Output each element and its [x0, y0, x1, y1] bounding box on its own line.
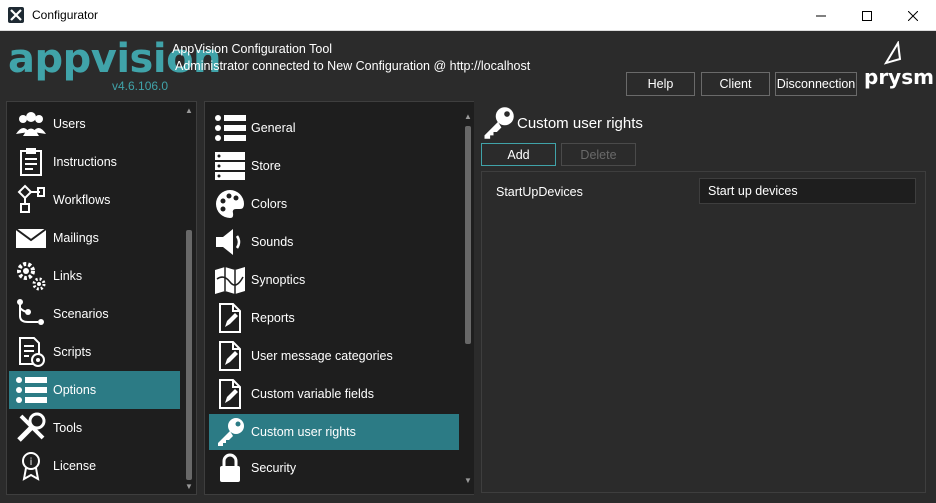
option-label: Colors [251, 197, 288, 211]
connection-status: Administrator connected to New Configura… [175, 59, 531, 73]
option-label: User message categories [251, 349, 393, 363]
help-button[interactable]: Help [626, 72, 695, 96]
nav-item-scripts[interactable]: Scripts [9, 333, 180, 371]
nav-item-users[interactable]: Users [9, 105, 180, 143]
delete-button[interactable]: Delete [561, 143, 636, 166]
option-user-message-categories[interactable]: User message categories [209, 338, 459, 374]
server-icon [213, 150, 247, 182]
option-label: General [251, 121, 296, 135]
scroll-down-icon[interactable]: ▼ [183, 482, 195, 492]
option-sounds[interactable]: Sounds [209, 224, 459, 260]
nav-item-workflows[interactable]: Workflows [9, 181, 180, 219]
nav-item-mailings[interactable]: Mailings [9, 219, 180, 257]
nav-item-label: Users [53, 117, 86, 131]
options-scroll-thumb[interactable] [465, 126, 471, 344]
option-label: Custom variable fields [251, 387, 374, 401]
certificate-icon: i [13, 450, 49, 482]
version-label: v4.6.106.0 [112, 79, 169, 93]
script-icon [13, 336, 49, 368]
nav-item-options[interactable]: Options [9, 371, 180, 409]
clipboard-icon [13, 146, 49, 178]
pane-title: Custom user rights [517, 115, 643, 132]
right-description-field[interactable]: Start up devices [699, 178, 916, 204]
scroll-up-icon[interactable]: ▲ [183, 106, 195, 116]
workflow-icon [13, 184, 49, 216]
tools-icon [13, 412, 49, 444]
main-nav: Users Instructions Workflows Mailings Li… [6, 101, 197, 495]
option-security[interactable]: Security [209, 450, 459, 486]
option-label: Sounds [251, 235, 294, 249]
maximize-button[interactable] [844, 0, 890, 31]
minimize-button[interactable] [798, 0, 844, 31]
option-label: Security [251, 461, 297, 475]
users-icon [13, 108, 49, 140]
nav-item-label: Mailings [53, 231, 99, 245]
nav-scroll-thumb[interactable] [186, 230, 192, 480]
nav-item-label: Scenarios [53, 307, 109, 321]
option-custom-user-rights[interactable]: Custom user rights [209, 414, 459, 450]
nav-item-links[interactable]: Links [9, 257, 180, 295]
rights-list: StartUpDevices Start up devices [481, 171, 926, 493]
key-icon [480, 105, 516, 141]
option-colors[interactable]: Colors [209, 186, 459, 222]
right-name-label: StartUpDevices [496, 185, 583, 199]
add-button[interactable]: Add [481, 143, 556, 166]
nav-item-label: Instructions [53, 155, 117, 169]
envelope-icon [13, 222, 49, 254]
option-label: Reports [251, 311, 295, 325]
nav-item-label: Scripts [53, 345, 92, 359]
nav-scrollbar[interactable]: ▲ ▼ [183, 102, 195, 494]
close-button[interactable] [890, 0, 936, 31]
app-header: appvision v4.6.106.0 AppVision Configura… [0, 31, 936, 97]
scenario-icon [13, 298, 49, 330]
maximize-icon [862, 10, 872, 21]
custom-user-rights-pane: Custom user rights Add Delete StartUpDev… [474, 101, 930, 495]
nav-item-label: Workflows [53, 193, 111, 207]
option-reports[interactable]: Reports [209, 300, 459, 336]
prysm-wordmark: prysm [864, 65, 934, 89]
svg-text:i: i [30, 457, 33, 468]
document-edit-icon [213, 340, 247, 372]
nav-item-instructions[interactable]: Instructions [9, 143, 180, 181]
option-store[interactable]: Store [209, 148, 459, 184]
nav-item-scenarios[interactable]: Scenarios [9, 295, 180, 333]
nav-item-label: Options [53, 383, 97, 397]
options-list: General Store Colors Sounds Synoptics Re… [204, 101, 477, 495]
app-icon [8, 7, 24, 23]
option-label: Custom user rights [251, 425, 356, 439]
nav-item-label: Tools [53, 421, 83, 435]
close-icon [908, 10, 918, 21]
key-icon [213, 416, 247, 448]
lock-icon [213, 452, 247, 484]
document-edit-icon [213, 302, 247, 334]
scroll-up-icon[interactable]: ▲ [462, 112, 474, 122]
option-label: Store [251, 159, 281, 173]
list-icon [213, 112, 247, 144]
option-synoptics[interactable]: Synoptics [209, 262, 459, 298]
minimize-icon [816, 15, 826, 16]
option-label: Synoptics [251, 273, 306, 287]
list-icon [13, 374, 49, 406]
window-titlebar: Configurator [0, 0, 936, 31]
nav-item-tools[interactable]: Tools [9, 409, 180, 447]
nav-item-label: Links [53, 269, 83, 283]
options-scrollbar[interactable]: ▲ ▼ [462, 102, 474, 494]
client-button[interactable]: Client [701, 72, 770, 96]
option-custom-variable-fields[interactable]: Custom variable fields [209, 376, 459, 412]
header-title: AppVision Configuration Tool [172, 42, 333, 56]
palette-icon [213, 188, 247, 220]
nav-item-label: License [53, 459, 97, 473]
scroll-down-icon[interactable]: ▼ [462, 476, 474, 486]
nav-item-license[interactable]: i License [9, 447, 180, 485]
window-title: Configurator [32, 8, 99, 22]
gears-icon [13, 260, 49, 292]
prysm-logo: prysm [864, 41, 934, 91]
prysm-mark-icon [883, 41, 902, 65]
map-icon [213, 264, 247, 296]
speaker-icon [213, 226, 247, 258]
disconnection-button[interactable]: Disconnection [775, 72, 857, 96]
document-edit-icon [213, 378, 247, 410]
option-general[interactable]: General [209, 110, 459, 146]
